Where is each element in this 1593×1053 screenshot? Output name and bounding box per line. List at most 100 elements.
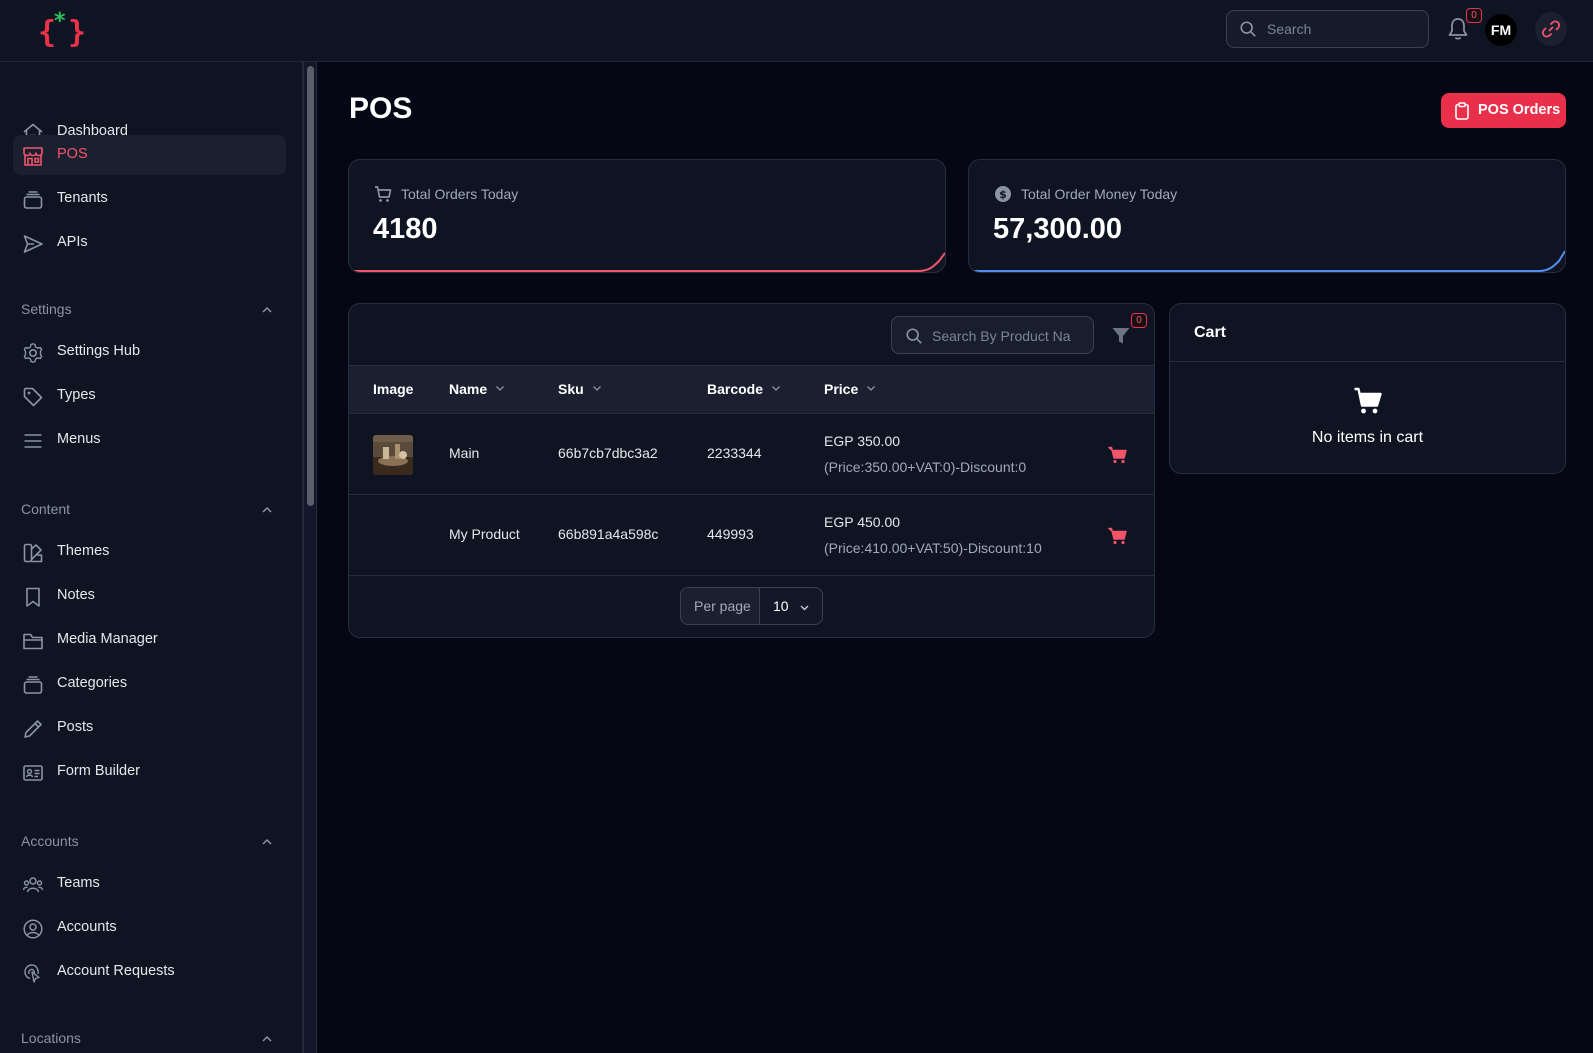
group-label: Locations (21, 1030, 81, 1046)
svg-text:$: $ (999, 188, 1007, 201)
settings-group-toggle[interactable]: Settings (21, 299, 277, 321)
gear-icon (23, 343, 43, 363)
cell-name: Main (449, 445, 480, 461)
link-icon (1541, 20, 1561, 38)
global-search[interactable] (1226, 10, 1429, 48)
per-page-label: Per page (694, 598, 751, 614)
cell-barcode: 2233344 (707, 445, 762, 461)
cart-empty-icon (1354, 387, 1382, 414)
sidebar-item-media-manager[interactable]: Media Manager (13, 620, 286, 660)
column-header-price[interactable]: Price (824, 381, 876, 397)
sidebar-item-label: Notes (57, 587, 95, 603)
sidebar-item-settings-hub[interactable]: Settings Hub (13, 332, 286, 372)
cell-sku: 66b891a4a598c (558, 526, 659, 542)
sidebar-item-tenants[interactable]: Tenants (13, 179, 286, 219)
bookmark-icon (26, 587, 40, 607)
cart-empty-text: No items in cart (1311, 429, 1424, 446)
column-header-sku[interactable]: Sku (558, 381, 602, 397)
sidebar-item-label: Settings Hub (57, 343, 141, 359)
column-header-name[interactable]: Name (449, 381, 505, 397)
sidebar-item-form-builder[interactable]: Form Builder (13, 752, 286, 792)
store-icon (23, 147, 43, 166)
sidebar-item-label: Teams (57, 875, 100, 891)
send-icon (23, 235, 43, 253)
chevron-up-icon (262, 506, 272, 513)
chevron-down-icon (592, 386, 601, 391)
sidebar-item-teams[interactable]: Teams (13, 864, 286, 904)
group-label: Accounts (21, 833, 79, 849)
sidebar-item-pos[interactable]: POS (13, 135, 286, 175)
cell-barcode: 449993 (707, 526, 754, 542)
table-row: Main 66b7cb7dbc3a2 2233344 EGP 350.00 (P… (349, 414, 1154, 495)
sidebar-item-themes[interactable]: Themes (13, 532, 286, 572)
cell-name: My Product (449, 526, 520, 542)
link-button[interactable] (1535, 12, 1567, 46)
folder-icon (23, 633, 43, 650)
sidebar-item-notes[interactable]: Notes (13, 576, 286, 616)
sidebar-scrollbar[interactable] (303, 62, 317, 1053)
cell-price-detail: (Price:410.00+VAT:50)-Discount:10 (824, 540, 1042, 556)
content-group-toggle[interactable]: Content (21, 499, 277, 521)
chevron-up-icon (262, 838, 272, 845)
product-search[interactable] (891, 316, 1094, 354)
column-header-label: Barcode (707, 381, 764, 397)
product-search-input[interactable] (932, 326, 1082, 346)
scrollbar-thumb[interactable] (307, 66, 314, 506)
sidebar-item-label: Tenants (57, 190, 108, 206)
page-title: POS (349, 92, 413, 125)
stat-card-total-orders: Total Orders Today 4180 (348, 159, 946, 273)
stat-sparkline (349, 252, 945, 272)
global-search-input[interactable] (1267, 19, 1417, 39)
sidebar-item-label: Media Manager (57, 631, 158, 647)
pos-orders-button[interactable]: POS Orders (1441, 93, 1566, 128)
app-logo[interactable]: { } * (38, 8, 88, 52)
palette-icon (23, 543, 43, 563)
locations-group-toggle[interactable]: Locations (21, 1028, 277, 1050)
sidebar-item-label: Types (57, 387, 96, 403)
svg-text:*: * (54, 9, 66, 34)
stat-sparkline (969, 250, 1565, 272)
sidebar-item-account-requests[interactable]: Account Requests (13, 952, 286, 992)
avatar[interactable]: FM (1485, 14, 1517, 46)
cell-price-detail: (Price:350.00+VAT:0)-Discount:0 (824, 459, 1027, 475)
add-to-cart-icon[interactable] (1108, 445, 1128, 465)
accounts-group-toggle[interactable]: Accounts (21, 831, 277, 853)
column-header-barcode[interactable]: Barcode (707, 381, 781, 397)
sidebar-item-label: Accounts (57, 919, 117, 935)
sidebar-item-label: Categories (57, 675, 128, 691)
sidebar-item-menus[interactable]: Menus (13, 420, 286, 460)
sidebar-item-posts[interactable]: Posts (13, 708, 286, 748)
per-page-label-box: Per page (681, 588, 760, 624)
sidebar-item-apis[interactable]: APIs (13, 223, 286, 263)
divider (1170, 361, 1565, 362)
id-card-icon (23, 765, 43, 781)
pointer-icon (24, 964, 40, 983)
cell-sku: 66b7cb7dbc3a2 (558, 445, 658, 461)
sidebar: Dashboard POS Tenants APIs Settings Sett… (0, 62, 303, 1053)
notification-badge: 0 (1466, 8, 1482, 23)
per-page-select[interactable]: Per page 10 (680, 587, 823, 625)
add-to-cart-icon[interactable] (1108, 526, 1128, 546)
clipboard-icon (1455, 102, 1469, 120)
table-header: Image Name Sku Barcode Price (349, 365, 1154, 414)
tag-icon (23, 387, 43, 407)
sidebar-item-label: Themes (57, 543, 110, 559)
sidebar-item-categories[interactable]: Categories (13, 664, 286, 704)
filter-icon[interactable] (1111, 326, 1131, 346)
cart-panel: Cart No items in cart (1169, 303, 1566, 474)
search-icon (1240, 21, 1256, 37)
sidebar-item-label: APIs (57, 234, 88, 250)
cell-price: EGP 450.00 (824, 514, 901, 530)
users-icon (22, 877, 44, 893)
sidebar-item-label: POS (57, 146, 88, 162)
sidebar-item-types[interactable]: Types (13, 376, 286, 416)
sidebar-item-accounts[interactable]: Accounts (13, 908, 286, 948)
cell-price: EGP 350.00 (824, 433, 901, 449)
stat-card-total-money: $ Total Order Money Today 57,300.00 (968, 159, 1566, 273)
chevron-up-icon (262, 1035, 272, 1042)
chevron-down-icon (800, 605, 809, 611)
chevron-up-icon (262, 306, 272, 313)
sidebar-item-label: Account Requests (57, 963, 175, 979)
sidebar-item-label: Posts (57, 719, 94, 735)
product-thumbnail[interactable] (373, 435, 413, 475)
